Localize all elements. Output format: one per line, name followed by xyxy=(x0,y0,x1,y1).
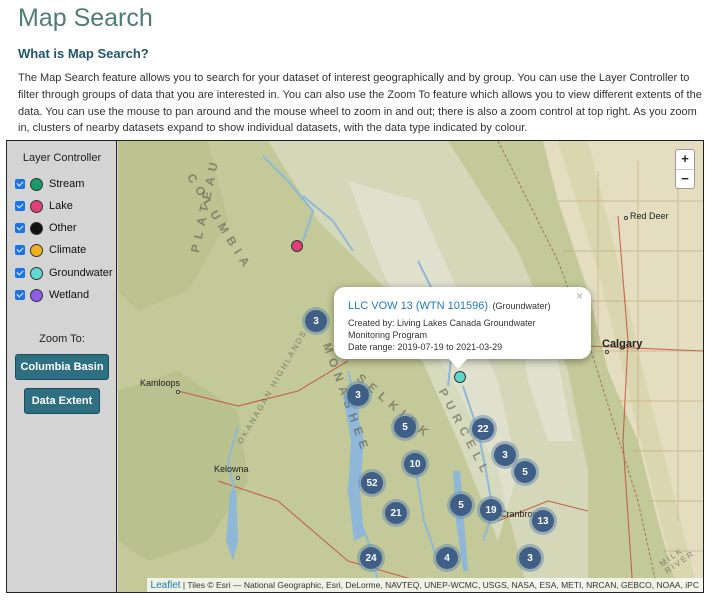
city-label-kamloops: Kamloops xyxy=(140,378,181,388)
city-dot-red-deer xyxy=(624,216,628,220)
zoom-to-title: Zoom To: xyxy=(39,333,85,345)
layer-label-wetland: Wetland xyxy=(49,289,90,301)
checkbox-groundwater[interactable] xyxy=(15,268,25,278)
checkbox-lake[interactable] xyxy=(15,201,25,211)
checkbox-other[interactable] xyxy=(15,223,25,233)
layer-controller-panel: Layer Controller Stream Lake Other Clima… xyxy=(7,141,117,592)
cluster-marker[interactable]: 24 xyxy=(357,544,385,572)
lake-marker[interactable] xyxy=(291,240,303,252)
wetland-color-dot xyxy=(30,288,43,302)
layer-label-lake: Lake xyxy=(49,200,73,212)
dataset-popup: × LLC VOW 13 (WTN 101596) (Groundwater) … xyxy=(334,287,591,359)
city-label-kelowna: Kelowna xyxy=(214,464,249,474)
zoom-columbia-basin-button[interactable]: Columbia Basin xyxy=(15,354,109,380)
groundwater-color-dot xyxy=(30,266,43,280)
popup-close-button[interactable]: × xyxy=(576,289,583,303)
map-search-frame: Layer Controller Stream Lake Other Clima… xyxy=(6,140,704,593)
cluster-marker[interactable]: 22 xyxy=(469,415,497,443)
cluster-marker[interactable]: 5 xyxy=(391,413,419,441)
layer-label-climate: Climate xyxy=(49,244,87,256)
section-heading: What is Map Search? xyxy=(18,46,149,61)
city-dot-kamloops xyxy=(176,390,180,394)
cluster-marker[interactable]: 13 xyxy=(529,507,557,535)
popup-dataset-type: (Groundwater) xyxy=(492,301,551,311)
layer-toggle-stream[interactable]: Stream xyxy=(15,176,84,192)
popup-tip xyxy=(449,359,467,369)
zoom-data-extent-button[interactable]: Data Extent xyxy=(24,388,100,414)
lake-color-dot xyxy=(30,199,43,213)
layer-label-other: Other xyxy=(49,222,77,234)
cluster-marker[interactable]: 3 xyxy=(302,307,330,335)
layer-toggle-wetland[interactable]: Wetland xyxy=(15,287,89,303)
layer-controller-title: Layer Controller xyxy=(22,152,102,164)
intro-paragraph: The Map Search feature allows you to sea… xyxy=(18,72,702,135)
leaflet-link[interactable]: Leaflet xyxy=(151,580,181,591)
attribution-text: | Tiles © Esri — National Geographic, Es… xyxy=(180,580,699,590)
layer-toggle-lake[interactable]: Lake xyxy=(15,198,73,214)
stream-color-dot xyxy=(30,177,43,191)
popup-created-by: Created by: Living Lakes Canada Groundwa… xyxy=(348,318,536,328)
cluster-marker[interactable]: 3 xyxy=(516,544,544,572)
city-dot-kelowna xyxy=(236,476,240,480)
layer-toggle-groundwater[interactable]: Groundwater xyxy=(15,265,113,281)
city-label-calgary: Calgary xyxy=(602,338,643,350)
layer-label-groundwater: Groundwater xyxy=(49,267,113,279)
cluster-marker[interactable]: 4 xyxy=(433,544,461,572)
zoom-out-button[interactable]: − xyxy=(676,169,694,188)
cluster-marker[interactable]: 52 xyxy=(358,469,386,497)
zoom-in-button[interactable]: + xyxy=(676,150,694,169)
layer-toggle-other[interactable]: Other xyxy=(15,220,77,236)
cluster-marker[interactable]: 3 xyxy=(344,381,372,409)
city-label-red-deer: Red Deer xyxy=(630,211,669,221)
popup-date-range: Date range: 2019-07-19 to 2021-03-29 xyxy=(348,342,503,352)
cluster-marker[interactable]: 21 xyxy=(382,499,410,527)
cluster-marker[interactable]: 10 xyxy=(401,450,429,478)
checkbox-stream[interactable] xyxy=(15,179,25,189)
layer-toggle-climate[interactable]: Climate xyxy=(15,242,86,258)
city-dot-calgary xyxy=(605,350,609,354)
groundwater-marker[interactable] xyxy=(454,371,466,383)
climate-color-dot xyxy=(30,243,43,257)
map-view[interactable]: COLUMBIA PLATEAU MONASHEE PURCELL SELKIR… xyxy=(118,141,703,592)
page-title: Map Search xyxy=(18,4,153,32)
checkbox-wetland[interactable] xyxy=(15,290,25,300)
cluster-marker[interactable]: 5 xyxy=(447,491,475,519)
cluster-marker[interactable]: 5 xyxy=(511,458,539,486)
popup-dataset-link[interactable]: LLC VOW 13 (WTN 101596) xyxy=(348,300,488,312)
layer-label-stream: Stream xyxy=(49,178,85,190)
map-attribution: Leaflet | Tiles © Esri — National Geogra… xyxy=(146,578,703,592)
map-zoom-control: + − xyxy=(675,149,695,189)
checkbox-climate[interactable] xyxy=(15,245,25,255)
cluster-marker[interactable]: 19 xyxy=(477,496,505,524)
other-color-dot xyxy=(30,221,43,235)
popup-program: Monitoring Program xyxy=(348,330,428,340)
